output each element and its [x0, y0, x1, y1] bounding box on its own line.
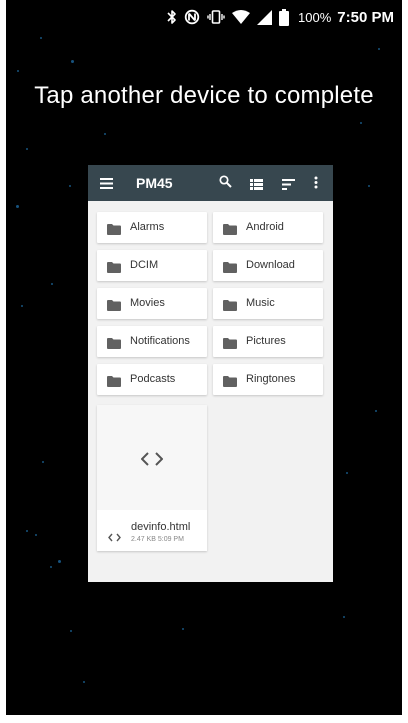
folder-android[interactable]: Android [213, 212, 323, 243]
folder-podcasts[interactable]: Podcasts [97, 364, 207, 395]
code-icon [140, 452, 164, 471]
folder-icon [107, 260, 121, 278]
clock: 7:50 PM [337, 8, 394, 26]
folder-label: DCIM [130, 259, 159, 271]
folder-notifications[interactable]: Notifications [97, 326, 207, 357]
folder-icon [223, 222, 237, 240]
app-toolbar: PM45 [88, 165, 333, 201]
folder-download[interactable]: Download [213, 250, 323, 281]
folder-label: Movies [130, 297, 165, 309]
battery-percent: 100% [298, 9, 332, 25]
search-icon[interactable] [219, 175, 232, 193]
folder-label: Alarms [130, 221, 165, 233]
folder-dcim[interactable]: DCIM [97, 250, 207, 281]
folder-label: Podcasts [130, 373, 176, 385]
beam-prompt: Tap another device to complete [34, 82, 374, 109]
bluetooth-icon [167, 9, 177, 25]
folder-label: Ringtones [246, 373, 296, 385]
folder-icon [107, 374, 121, 392]
toolbar-title: PM45 [136, 175, 173, 191]
battery-icon [279, 8, 290, 26]
folder-label: Music [246, 297, 275, 309]
folder-icon [223, 336, 237, 354]
vibrate-icon [207, 9, 225, 25]
list-view-icon[interactable] [250, 177, 263, 195]
wifi-icon [232, 9, 251, 25]
folder-alarms[interactable]: Alarms [97, 212, 207, 243]
status-bar: 100% 7:50 PM [6, 0, 402, 34]
file-name: devinfo.html [131, 521, 191, 533]
code-icon [108, 529, 121, 547]
folder-pictures[interactable]: Pictures [213, 326, 323, 357]
more-vert-icon[interactable] [314, 176, 318, 194]
file-card-devinfo[interactable]: devinfo.html 2.47 KB 5:09 PM [97, 405, 207, 551]
folder-icon [107, 336, 121, 354]
folder-icon [223, 298, 237, 316]
file-thumbnail [97, 405, 207, 510]
file-meta: 2.47 KB 5:09 PM [131, 536, 184, 543]
folder-icon [107, 222, 121, 240]
folder-music[interactable]: Music [213, 288, 323, 319]
folder-movies[interactable]: Movies [97, 288, 207, 319]
sort-icon[interactable] [282, 177, 295, 195]
folder-label: Download [246, 259, 295, 271]
folder-label: Notifications [130, 335, 190, 347]
folder-icon [107, 298, 121, 316]
folder-icon [223, 374, 237, 392]
folder-label: Pictures [246, 335, 286, 347]
menu-icon[interactable] [100, 176, 113, 194]
nfc-icon [184, 9, 200, 25]
folder-label: Android [246, 221, 284, 233]
signal-icon [257, 9, 273, 25]
beam-preview-card[interactable]: PM45 Alarms Android DCIM Download Movies… [88, 165, 333, 582]
folder-ringtones[interactable]: Ringtones [213, 364, 323, 395]
folder-icon [223, 260, 237, 278]
